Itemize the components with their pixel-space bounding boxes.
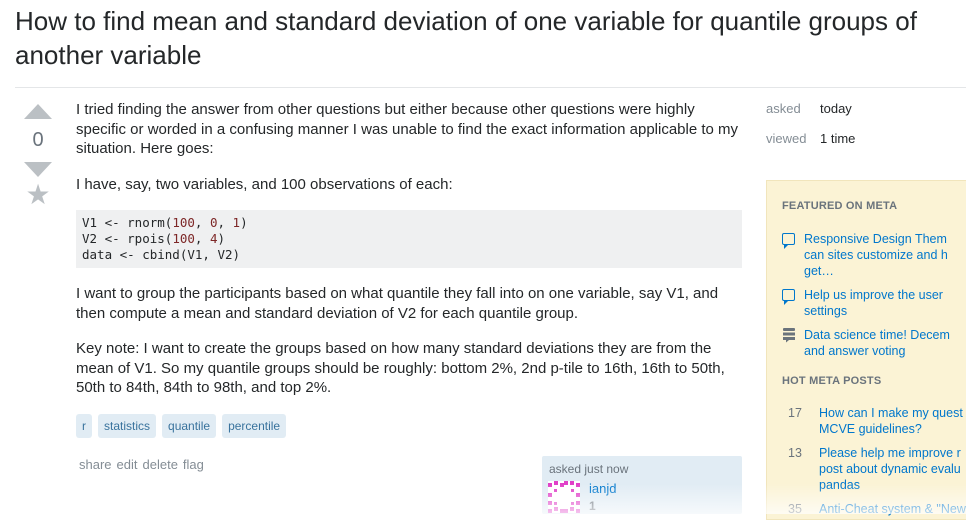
bulletin-item[interactable]: Responsive Design Them can sites customi… (782, 231, 966, 279)
avatar[interactable] (548, 481, 580, 513)
code-number: 1 (232, 215, 241, 230)
bulletin-item[interactable]: Help us improve the user settings (782, 287, 966, 319)
tag-statistics[interactable]: statistics (98, 413, 157, 438)
code-number: 100 (172, 231, 195, 246)
body-paragraph: I tried finding the answer from other qu… (76, 101, 739, 157)
asked-value: today (820, 101, 852, 116)
hot-meta-count: 17 (788, 406, 802, 420)
tag-percentile[interactable]: percentile (222, 413, 287, 438)
hot-meta-item[interactable]: 13 Please help me improve r post about d… (782, 445, 966, 493)
question-title[interactable]: How to find mean and standard deviation … (15, 4, 960, 72)
body-paragraph: I want to group the participants based o… (76, 285, 719, 322)
username-link[interactable]: ianjd (589, 481, 616, 496)
tag-list: r statistics quantile percentile (76, 413, 744, 438)
vote-cell: 0 ★ (22, 104, 54, 209)
bulletin-link[interactable]: Data science time! Decem and answer voti… (804, 327, 950, 359)
code-text: data <- cbind(V1, V2) (82, 247, 241, 262)
asked-time: asked just now (549, 462, 629, 476)
share-link[interactable]: share (79, 457, 112, 472)
code-text: ) (217, 231, 226, 246)
code-text: , (194, 231, 210, 246)
code-block: V1 <- rnorm(100, 0, 1) V2 <- rpois(100, … (76, 210, 742, 268)
stack-exchange-icon (783, 328, 795, 343)
code-text: V1 <- rnorm( (82, 215, 173, 230)
meta-bubble-icon (782, 289, 795, 305)
edit-link[interactable]: edit (117, 457, 138, 472)
vote-count: 0 (32, 129, 44, 151)
bulletin-link[interactable]: Help us improve the user settings (804, 287, 943, 319)
code-number: 100 (172, 215, 195, 230)
reputation-score: 1 (589, 499, 596, 513)
meta-bubble-icon (782, 233, 795, 249)
code-text: , (194, 215, 210, 230)
tag-quantile[interactable]: quantile (162, 413, 217, 438)
hot-meta-item[interactable]: 17 How can I make my quest MCVE guidelin… (782, 405, 966, 437)
post-menu: share edit delete flag (79, 457, 204, 472)
code-text: ) (240, 215, 248, 230)
question-body: I tried finding the answer from other qu… (76, 100, 744, 438)
code-text: , (217, 215, 233, 230)
asked-label: asked (766, 101, 801, 116)
hot-meta-link[interactable]: Anti-Cheat system & "New (819, 501, 966, 517)
community-bulletin: FEATURED ON META Responsive Design Them … (766, 180, 966, 520)
hot-meta-count: 13 (788, 446, 802, 460)
title-divider (15, 87, 966, 88)
question-stats: asked today viewed 1 time (766, 100, 855, 160)
body-paragraph: Key note: I want to create the groups ba… (76, 340, 725, 396)
hot-meta-item[interactable]: 35 Anti-Cheat system & "New (782, 501, 966, 517)
flag-link[interactable]: flag (183, 457, 204, 472)
body-paragraph: I have, say, two variables, and 100 obse… (76, 175, 453, 193)
hot-meta-posts-heading: HOT META POSTS (782, 375, 882, 387)
tag-r[interactable]: r (76, 413, 92, 438)
bulletin-link[interactable]: Responsive Design Them can sites customi… (804, 231, 948, 279)
hot-meta-count: 35 (788, 502, 802, 516)
featured-on-meta-heading: FEATURED ON META (782, 200, 898, 212)
hot-meta-link[interactable]: Please help me improve r post about dyna… (819, 445, 961, 493)
user-signature-card: asked just now ianjd 1 (542, 456, 742, 514)
code-text: V2 <- rpois( (82, 231, 173, 246)
viewed-label: viewed (766, 131, 807, 146)
delete-link[interactable]: delete (143, 457, 178, 472)
viewed-value: 1 time (820, 131, 856, 146)
bulletin-item[interactable]: Data science time! Decem and answer voti… (782, 327, 966, 359)
downvote-arrow-icon[interactable] (24, 162, 52, 177)
hot-meta-link[interactable]: How can I make my quest MCVE guidelines? (819, 405, 963, 437)
upvote-arrow-icon[interactable] (24, 104, 52, 119)
favorite-star-icon[interactable]: ★ (22, 181, 54, 209)
